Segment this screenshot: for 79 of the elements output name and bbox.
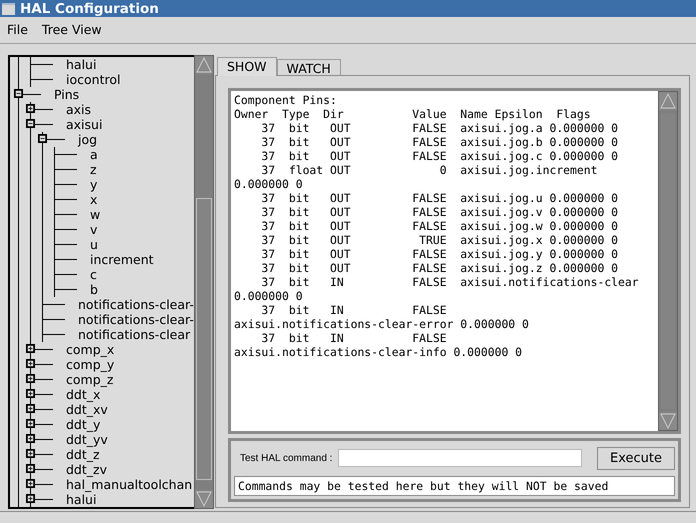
tree-item[interactable]: ddt_zv (66, 462, 107, 477)
expand-icon[interactable] (26, 344, 35, 353)
output-line: 37 bit OUT TRUE axisui.jog.x 0.000000 0 (260, 232, 620, 247)
expand-icon[interactable] (26, 419, 35, 428)
output-line: 0.000000 0 (234, 176, 304, 191)
output-line: 37 bit OUT FALSE axisui.jog.w 0.000000 0 (260, 218, 620, 233)
expand-icon[interactable] (26, 389, 35, 398)
scroll-thumb[interactable] (196, 198, 212, 480)
expand-icon[interactable] (26, 479, 35, 488)
collapse-icon[interactable] (14, 89, 23, 98)
tree-item[interactable]: ddt_yv (66, 432, 108, 447)
output-line: 37 bit OUT FALSE axisui.jog.b 0.000000 0 (260, 134, 620, 149)
output-line: 37 bit OUT FALSE axisui.jog.v 0.000000 0 (260, 204, 620, 219)
window-title: HAL Configuration (20, 0, 159, 16)
tree-item[interactable]: w (90, 207, 100, 222)
tree-item[interactable]: b (90, 282, 98, 297)
tree-item[interactable]: hal_manualtoolchan (66, 477, 192, 492)
tab[interactable]: SHOW (217, 56, 277, 76)
output-line: 37 bit OUT FALSE axisui.jog.y 0.000000 0 (260, 246, 620, 261)
output-line: 37 bit OUT FALSE axisui.jog.a 0.000000 0 (260, 120, 620, 135)
collapse-icon[interactable] (26, 119, 35, 128)
expand-icon[interactable] (26, 104, 35, 113)
output-line: 37 bit IN FALSE axisui.notifications-clear (260, 274, 640, 289)
scroll-thumb[interactable] (660, 112, 676, 410)
tree-item[interactable]: comp_z (66, 372, 114, 387)
output-line: 37 bit OUT FALSE axisui.jog.u 0.000000 0 (260, 190, 620, 205)
command-label: Test HAL command : (240, 452, 332, 464)
tree-item[interactable]: iocontrol (66, 72, 120, 87)
expand-icon[interactable] (26, 464, 35, 473)
tree-item[interactable]: ddt_xv (66, 402, 108, 417)
tree-item[interactable]: notifications-clear- (78, 297, 194, 312)
tree-item[interactable]: comp_y (66, 357, 114, 372)
tree-item[interactable]: ddt_y (66, 417, 100, 432)
tree-item[interactable]: u (90, 237, 98, 252)
tree-item[interactable]: notifications-clear- (78, 312, 194, 327)
tree-item[interactable]: axisui (66, 117, 102, 132)
tree-item[interactable]: z (90, 162, 97, 177)
expand-icon[interactable] (26, 359, 35, 368)
tree-item[interactable]: notifications-clear (78, 327, 190, 342)
expand-icon[interactable] (26, 449, 35, 458)
expand-icon[interactable] (26, 404, 35, 413)
expand-icon[interactable] (26, 434, 35, 443)
scrollbar[interactable] (194, 55, 214, 509)
output-line: 37 bit OUT FALSE axisui.jog.c 0.000000 0 (260, 148, 620, 163)
tree-item[interactable]: ddt_z (66, 447, 100, 462)
tree-item[interactable]: jog (78, 132, 98, 147)
tree-item[interactable]: a (90, 147, 98, 162)
tree-item[interactable]: x (90, 192, 98, 207)
menu-item[interactable]: Tree View (42, 22, 102, 38)
menu-item[interactable]: File (7, 22, 28, 38)
tree-item[interactable]: comp_x (66, 342, 114, 357)
command-field[interactable] (338, 449, 582, 468)
message-field: Commands may be tested here but they will NOT be saved (234, 476, 675, 496)
tree-item[interactable]: Pins (54, 87, 80, 102)
output-line: 37 float OUT 0 axisui.jog.increment (260, 162, 598, 177)
tree-item[interactable]: halui (66, 57, 96, 72)
tab[interactable]: WATCH (276, 58, 341, 75)
output-line: axisui.notifications-clear-info 0.000000 0 (234, 344, 524, 359)
output-line: Owner Type Dir Value Name Epsilon Flags (234, 106, 592, 121)
expand-icon[interactable] (26, 494, 35, 503)
output-line: 37 bit IN FALSE (260, 330, 448, 345)
output-line: 0.000000 0 (234, 288, 304, 303)
expand-icon[interactable] (26, 374, 35, 383)
tree-item[interactable]: axis (66, 102, 92, 117)
execute-button[interactable]: Execute (597, 446, 675, 470)
output-line: 37 bit OUT FALSE axisui.jog.z 0.000000 0 (260, 260, 620, 275)
scrollbar[interactable] (658, 90, 678, 431)
scroll-up-arrow[interactable] (659, 92, 677, 110)
output-line: 37 bit IN FALSE (260, 302, 448, 317)
window-icon (2, 2, 15, 14)
tree-item[interactable]: c (90, 267, 97, 282)
tree-item[interactable]: halui (66, 492, 96, 507)
tree-item[interactable]: y (90, 177, 98, 192)
collapse-icon[interactable] (38, 134, 47, 143)
tree-item[interactable]: increment (90, 252, 154, 267)
output-line: axisui.notifications-clear-error 0.000000 0 (234, 316, 530, 331)
tree-item[interactable]: ddt_x (66, 387, 100, 402)
output-line: Component Pins: (234, 92, 338, 107)
tree-item[interactable]: v (90, 222, 98, 237)
